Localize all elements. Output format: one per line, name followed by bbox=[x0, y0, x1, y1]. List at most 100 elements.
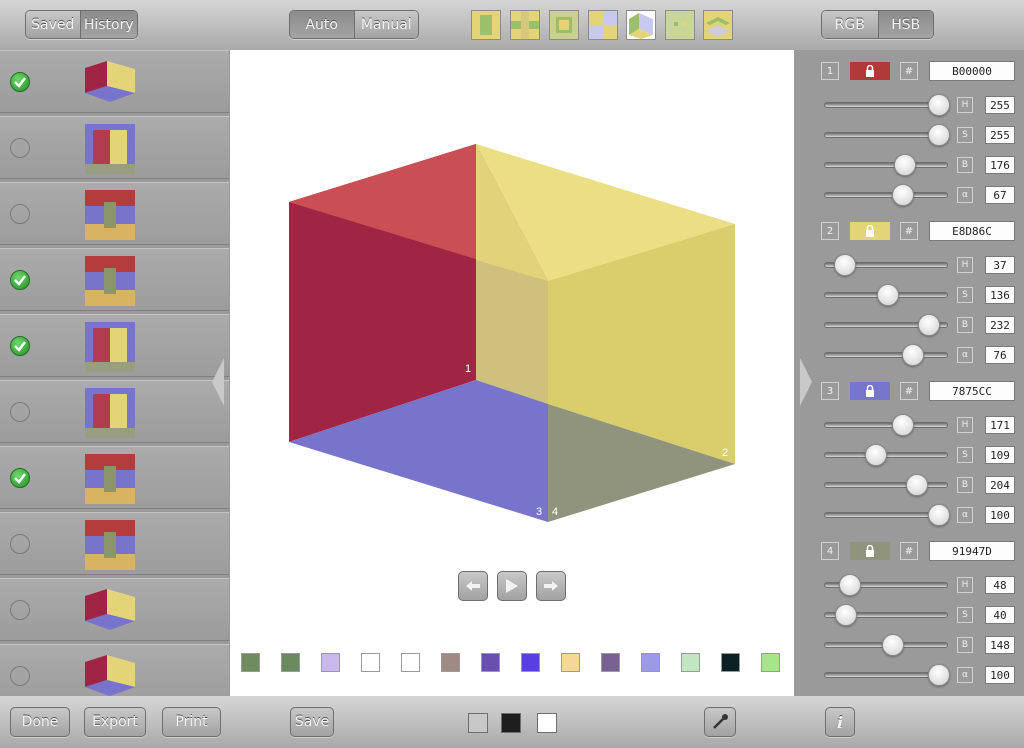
tab-auto[interactable]: Auto bbox=[290, 11, 354, 38]
slider-knob-b[interactable] bbox=[893, 154, 916, 176]
channel-value-h[interactable]: 48 bbox=[985, 576, 1015, 594]
slider-knob-s[interactable] bbox=[835, 604, 858, 626]
hex-field[interactable]: E8D86C bbox=[929, 221, 1015, 241]
color-cube[interactable]: 1 2 3 4 bbox=[230, 50, 794, 610]
channel-value-h[interactable]: 255 bbox=[985, 96, 1015, 114]
squares-thumb[interactable] bbox=[85, 124, 135, 174]
play-button[interactable] bbox=[497, 571, 527, 601]
slider-knob-b[interactable] bbox=[906, 474, 928, 496]
tab-rgb[interactable]: RGB bbox=[822, 11, 878, 38]
tab-history[interactable]: History bbox=[79, 11, 137, 38]
slider-knob-a[interactable] bbox=[891, 184, 914, 206]
done-button[interactable]: Done bbox=[10, 707, 70, 737]
hex-field[interactable]: 7875CC bbox=[929, 381, 1015, 401]
info-button[interactable]: i bbox=[825, 707, 855, 737]
history-item[interactable] bbox=[0, 512, 229, 575]
slider-knob-a[interactable] bbox=[928, 664, 950, 686]
channel-value-h[interactable]: 37 bbox=[985, 256, 1015, 274]
unchecked-icon[interactable] bbox=[10, 402, 30, 422]
palette-swatch[interactable] bbox=[601, 653, 620, 672]
unchecked-icon[interactable] bbox=[10, 600, 30, 620]
channel-value-b[interactable]: 204 bbox=[985, 476, 1015, 494]
cube-layout-icon[interactable] bbox=[626, 10, 656, 40]
cross-layout-icon[interactable] bbox=[510, 10, 540, 40]
slider-knob-b[interactable] bbox=[881, 634, 904, 656]
stripes-thumb[interactable] bbox=[85, 256, 135, 306]
export-button[interactable]: Export bbox=[84, 707, 146, 737]
checked-icon[interactable] bbox=[10, 336, 30, 356]
color-lock-swatch[interactable] bbox=[850, 382, 890, 400]
unchecked-icon[interactable] bbox=[10, 138, 30, 158]
palette-swatch[interactable] bbox=[241, 653, 260, 672]
cube-thumb[interactable] bbox=[85, 652, 135, 702]
palette-swatch[interactable] bbox=[361, 653, 380, 672]
channel-value-b[interactable]: 232 bbox=[985, 316, 1015, 334]
history-item[interactable] bbox=[0, 578, 229, 641]
slider-track-h[interactable] bbox=[824, 422, 948, 428]
tab-hsb[interactable]: HSB bbox=[877, 11, 933, 38]
dots-layout-icon[interactable] bbox=[665, 10, 695, 40]
frame-layout-icon[interactable] bbox=[549, 10, 579, 40]
palette-swatch[interactable] bbox=[521, 653, 540, 672]
stripes-thumb[interactable] bbox=[85, 520, 135, 570]
palette-swatch[interactable] bbox=[401, 653, 420, 672]
color-lock-swatch[interactable] bbox=[850, 62, 890, 80]
slider-knob-s[interactable] bbox=[876, 284, 899, 306]
layers-layout-icon[interactable] bbox=[703, 10, 733, 40]
collapse-left-arrow-icon[interactable] bbox=[212, 358, 224, 406]
cube-thumb[interactable] bbox=[85, 586, 135, 636]
channel-value-s[interactable]: 136 bbox=[985, 286, 1015, 304]
unchecked-icon[interactable] bbox=[10, 534, 30, 554]
squares-thumb[interactable] bbox=[85, 322, 135, 372]
checked-icon[interactable] bbox=[10, 270, 30, 290]
slider-track-a[interactable] bbox=[824, 192, 948, 198]
slider-knob-b[interactable] bbox=[918, 314, 941, 336]
stripes-thumb[interactable] bbox=[85, 190, 135, 240]
slider-track-b[interactable] bbox=[824, 162, 948, 168]
stripes-layout-icon[interactable] bbox=[471, 10, 501, 40]
color-lock-swatch[interactable] bbox=[850, 542, 890, 560]
slider-knob-a[interactable] bbox=[928, 504, 950, 526]
channel-value-s[interactable]: 40 bbox=[985, 606, 1015, 624]
print-button[interactable]: Print bbox=[162, 707, 221, 737]
prev-button[interactable] bbox=[458, 571, 488, 601]
channel-value-a[interactable]: 67 bbox=[985, 186, 1015, 204]
cube-thumb[interactable] bbox=[85, 58, 135, 108]
channel-value-s[interactable]: 109 bbox=[985, 446, 1015, 464]
slider-knob-s[interactable] bbox=[865, 444, 888, 466]
channel-value-a[interactable]: 100 bbox=[985, 506, 1015, 524]
color-canvas[interactable]: 1 2 3 4 bbox=[230, 50, 794, 696]
next-button[interactable] bbox=[536, 571, 566, 601]
palette-swatch[interactable] bbox=[681, 653, 700, 672]
grid-layout-icon[interactable] bbox=[588, 10, 618, 40]
history-item[interactable] bbox=[0, 50, 229, 113]
slider-knob-h[interactable] bbox=[838, 574, 861, 596]
history-item[interactable] bbox=[0, 116, 229, 179]
palette-swatch[interactable] bbox=[761, 653, 780, 672]
palette-swatch[interactable] bbox=[281, 653, 300, 672]
background-light-option[interactable] bbox=[468, 713, 488, 733]
palette-swatch[interactable] bbox=[481, 653, 500, 672]
slider-track-a[interactable] bbox=[824, 352, 948, 358]
palette-swatch[interactable] bbox=[441, 653, 460, 672]
unchecked-icon[interactable] bbox=[10, 666, 30, 686]
color-lock-swatch[interactable] bbox=[850, 222, 890, 240]
channel-value-a[interactable]: 100 bbox=[985, 666, 1015, 684]
palette-swatch[interactable] bbox=[321, 653, 340, 672]
slider-knob-h[interactable] bbox=[833, 254, 856, 276]
palette-swatch[interactable] bbox=[721, 653, 740, 672]
channel-value-s[interactable]: 255 bbox=[985, 126, 1015, 144]
background-white-option[interactable] bbox=[537, 713, 557, 733]
eyedropper-button[interactable] bbox=[704, 707, 736, 737]
history-item[interactable] bbox=[0, 182, 229, 245]
slider-knob-s[interactable] bbox=[928, 124, 950, 146]
checked-icon[interactable] bbox=[10, 72, 30, 92]
save-button[interactable]: Save bbox=[290, 707, 334, 737]
tab-saved[interactable]: Saved bbox=[26, 11, 80, 38]
history-item[interactable] bbox=[0, 446, 229, 509]
slider-track-b[interactable] bbox=[824, 482, 948, 488]
history-item[interactable] bbox=[0, 248, 229, 311]
hex-field[interactable]: B00000 bbox=[929, 61, 1015, 81]
slider-knob-h[interactable] bbox=[891, 414, 914, 436]
hex-field[interactable]: 91947D bbox=[929, 541, 1015, 561]
